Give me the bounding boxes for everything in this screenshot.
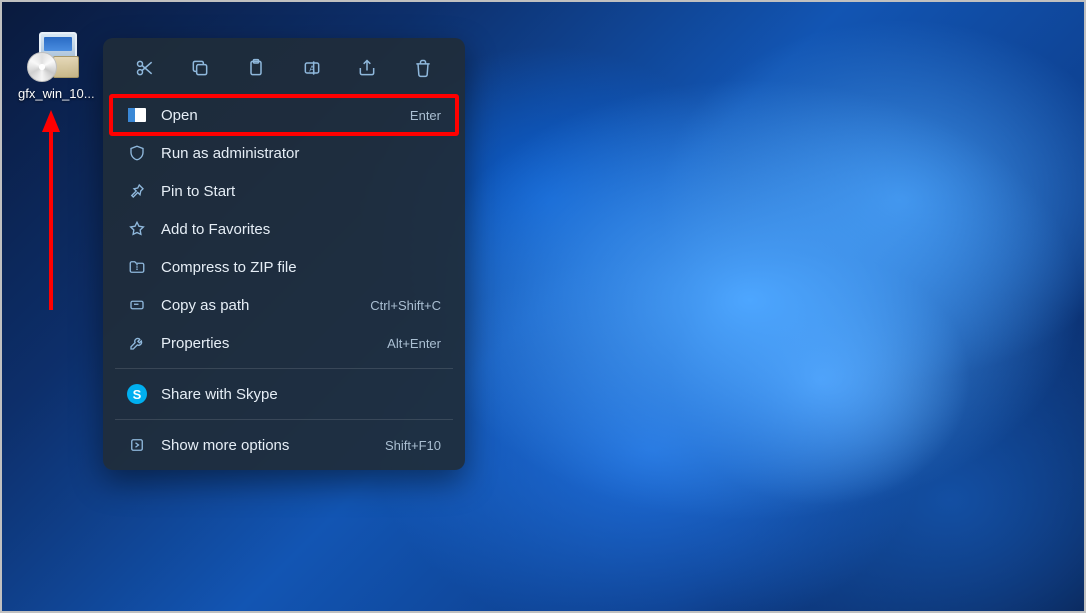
share-icon: [357, 58, 377, 78]
menu-item-show-more[interactable]: Show more options Shift+F10: [113, 426, 455, 464]
menu-shortcut: Alt+Enter: [387, 336, 441, 351]
desktop-file-icon[interactable]: gfx_win_10...: [18, 30, 88, 102]
menu-label: Pin to Start: [161, 183, 441, 200]
quick-actions-row: A: [109, 46, 459, 96]
trash-icon: [413, 58, 433, 78]
menu-label: Compress to ZIP file: [161, 259, 441, 276]
menu-shortcut: Enter: [410, 108, 441, 123]
menu-item-add-to-favorites[interactable]: Add to Favorites: [113, 210, 455, 248]
paste-icon: [246, 58, 266, 78]
menu-label: Share with Skype: [161, 386, 441, 403]
paste-button[interactable]: [238, 50, 274, 86]
delete-button[interactable]: [405, 50, 441, 86]
shield-icon: [127, 143, 147, 163]
menu-item-run-as-admin[interactable]: Run as administrator: [113, 134, 455, 172]
copy-icon: [190, 58, 210, 78]
rename-icon: A: [302, 58, 322, 78]
menu-label: Open: [161, 107, 410, 124]
zip-icon: [127, 257, 147, 277]
cut-button[interactable]: [127, 50, 163, 86]
menu-separator: [115, 368, 453, 369]
menu-item-properties[interactable]: Properties Alt+Enter: [113, 324, 455, 362]
path-icon: [127, 295, 147, 315]
desktop-file-label: gfx_win_10...: [18, 86, 88, 102]
wrench-icon: [127, 333, 147, 353]
installer-icon: [27, 30, 79, 82]
menu-label: Properties: [161, 335, 387, 352]
share-button[interactable]: [349, 50, 385, 86]
menu-separator: [115, 419, 453, 420]
menu-item-share-skype[interactable]: S Share with Skype: [113, 375, 455, 413]
menu-item-open[interactable]: Open Enter: [109, 94, 459, 136]
menu-label: Show more options: [161, 437, 385, 454]
scissors-icon: [135, 58, 155, 78]
menu-shortcut: Shift+F10: [385, 438, 441, 453]
skype-icon: S: [127, 384, 147, 404]
pin-icon: [127, 181, 147, 201]
menu-item-compress-zip[interactable]: Compress to ZIP file: [113, 248, 455, 286]
rename-button[interactable]: A: [294, 50, 330, 86]
menu-shortcut: Ctrl+Shift+C: [370, 298, 441, 313]
menu-label: Copy as path: [161, 297, 370, 314]
copy-button[interactable]: [182, 50, 218, 86]
context-menu: A Open Enter Run as administrat: [103, 38, 465, 470]
menu-label: Run as administrator: [161, 145, 441, 162]
menu-item-copy-as-path[interactable]: Copy as path Ctrl+Shift+C: [113, 286, 455, 324]
menu-item-pin-to-start[interactable]: Pin to Start: [113, 172, 455, 210]
menu-label: Add to Favorites: [161, 221, 441, 238]
star-icon: [127, 219, 147, 239]
more-options-icon: [127, 435, 147, 455]
open-icon: [127, 105, 147, 125]
